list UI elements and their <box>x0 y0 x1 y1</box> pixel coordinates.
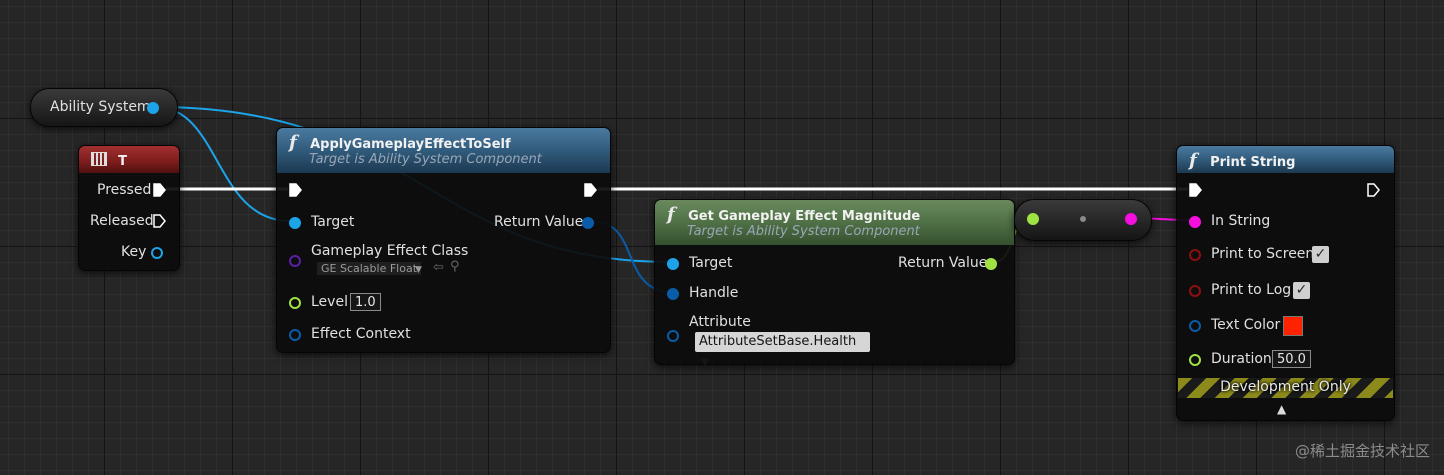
print-to-log-checkbox[interactable]: ✓ <box>1293 282 1310 299</box>
key-output-pin[interactable] <box>151 247 163 259</box>
duration-input[interactable]: 50.0 <box>1272 350 1311 368</box>
pressed-exec-pin[interactable] <box>153 183 166 197</box>
development-only-banner: Development Only <box>1178 378 1393 398</box>
effect-class-label: Gameplay Effect Class <box>311 243 469 259</box>
get-magnitude-subtitle: Target is Ability System Component <box>687 224 920 239</box>
development-only-label: Development Only <box>1220 379 1351 395</box>
apply-target-pin[interactable] <box>289 217 301 229</box>
print-exec-in-pin[interactable] <box>1189 183 1202 197</box>
attribute-dropdown[interactable]: AttributeSetBase.Health ▼ <box>695 332 870 368</box>
apply-return-pin[interactable] <box>582 217 594 229</box>
print-to-screen-label: Print to Screen <box>1211 246 1315 262</box>
attribute-dropdown-value: AttributeSetBase.Health <box>699 334 857 349</box>
float-to-string-conversion-node[interactable] <box>1014 199 1152 241</box>
ability-system-label: Ability System <box>50 99 151 115</box>
conversion-output-pin[interactable] <box>1125 213 1137 225</box>
in-string-pin[interactable] <box>1189 216 1201 228</box>
duration-label: Duration <box>1211 351 1272 367</box>
magnitude-target-label: Target <box>689 255 733 271</box>
apply-exec-in-pin[interactable] <box>289 183 302 197</box>
function-icon: f <box>667 204 675 225</box>
back-arrow-icon[interactable]: ⇦ <box>433 260 444 275</box>
text-color-swatch[interactable] <box>1283 316 1303 336</box>
released-label: Released <box>90 213 154 229</box>
level-input[interactable]: 1.0 <box>350 293 381 311</box>
ability-system-output-pin[interactable] <box>147 102 159 114</box>
effect-context-label: Effect Context <box>311 326 411 342</box>
print-to-screen-checkbox[interactable]: ✓ <box>1312 246 1329 263</box>
function-icon: f <box>1189 150 1197 171</box>
effect-context-pin[interactable] <box>289 329 301 341</box>
get-magnitude-node[interactable]: f Get Gameplay Effect Magnitude Target i… <box>654 199 1015 368</box>
print-to-log-pin[interactable] <box>1189 285 1201 297</box>
browse-search-icon[interactable]: ⚲ <box>450 259 460 274</box>
apply-effect-subtitle: Target is Ability System Component <box>309 152 542 167</box>
key-label: Key <box>121 244 147 260</box>
print-exec-out-pin[interactable] <box>1367 183 1380 197</box>
apply-return-label: Return Value <box>494 214 584 230</box>
in-string-label: In String <box>1211 213 1271 229</box>
attribute-pin[interactable] <box>667 330 679 342</box>
key-t-header: T <box>79 146 179 173</box>
text-color-label: Text Color <box>1211 317 1281 333</box>
duration-pin[interactable] <box>1189 354 1201 366</box>
pressed-label: Pressed <box>97 182 152 198</box>
key-t-node[interactable]: T Pressed Released Key <box>78 145 180 271</box>
effect-class-pin[interactable] <box>289 255 301 267</box>
print-to-screen-pin[interactable] <box>1189 249 1201 261</box>
attribute-label: Attribute <box>689 314 751 330</box>
apply-effect-node[interactable]: f ApplyGameplayEffectToSelf Target is Ab… <box>276 127 611 353</box>
get-magnitude-header: f Get Gameplay Effect Magnitude Target i… <box>655 200 1014 245</box>
handle-label: Handle <box>689 285 739 301</box>
magnitude-target-pin[interactable] <box>667 258 679 270</box>
print-string-node[interactable]: f Print String In String Print to Screen… <box>1176 145 1395 421</box>
apply-exec-out-pin[interactable] <box>584 183 597 197</box>
text-color-pin[interactable] <box>1189 320 1201 332</box>
handle-pin[interactable] <box>667 288 679 300</box>
conversion-dot-icon <box>1080 216 1086 222</box>
function-icon: f <box>289 132 297 153</box>
effect-class-value[interactable]: GE Scalable Float <box>317 262 422 275</box>
print-string-header: f Print String <box>1177 146 1394 173</box>
level-label: Level <box>311 294 348 310</box>
watermark: @稀土掘金技术社区 <box>1294 442 1430 460</box>
apply-target-label: Target <box>311 214 355 230</box>
effect-class-dropdown-arrow-icon[interactable]: ▼ <box>415 265 422 275</box>
print-string-title: Print String <box>1210 155 1296 170</box>
apply-effect-title: ApplyGameplayEffectToSelf <box>310 137 511 152</box>
key-t-title: T <box>118 154 127 169</box>
level-pin[interactable] <box>289 297 301 309</box>
apply-effect-header: f ApplyGameplayEffectToSelf Target is Ab… <box>277 128 610 173</box>
magnitude-return-label: Return Value <box>898 255 988 271</box>
keyboard-icon <box>91 152 107 166</box>
ability-system-node[interactable]: Ability System <box>30 88 178 127</box>
collapse-arrow-icon[interactable]: ▲ <box>1277 402 1286 416</box>
magnitude-return-pin[interactable] <box>985 258 997 270</box>
released-exec-pin[interactable] <box>153 214 166 228</box>
chevron-down-icon: ▼ <box>701 357 709 368</box>
print-to-log-label: Print to Log <box>1211 282 1292 298</box>
conversion-input-pin[interactable] <box>1027 213 1039 225</box>
get-magnitude-title: Get Gameplay Effect Magnitude <box>688 209 921 224</box>
